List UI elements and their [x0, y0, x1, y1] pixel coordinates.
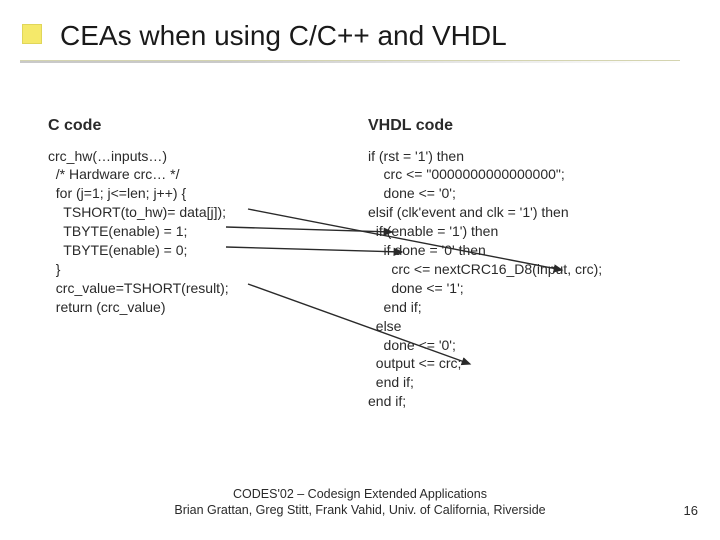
vhdl-line: if (rst = '1') then	[368, 147, 698, 166]
slide-title: CEAs when using C/C++ and VHDL	[60, 20, 507, 52]
vhdl-line: if (enable = '1') then	[368, 222, 698, 241]
vhdl-line: done <= '0';	[368, 184, 698, 203]
vhdl-code-column: VHDL code if (rst = '1') then crc <= "00…	[368, 115, 698, 411]
c-code-heading: C code	[48, 115, 328, 137]
vhdl-line: elsif (clk'event and clk = '1') then	[368, 203, 698, 222]
vhdl-line: output <= crc;	[368, 354, 698, 373]
vhdl-line: else	[368, 317, 698, 336]
c-line: crc_value=TSHORT(result);	[48, 279, 328, 298]
footer-line-2: Brian Grattan, Greg Stitt, Frank Vahid, …	[0, 502, 720, 518]
vhdl-line: if done = '0' then	[368, 241, 698, 260]
vhdl-line: crc <= nextCRC16_D8(input, crc);	[368, 260, 698, 279]
vhdl-line: done <= '0';	[368, 336, 698, 355]
slide-footer: CODES'02 – Codesign Extended Application…	[0, 486, 720, 519]
vhdl-line: end if;	[368, 392, 698, 411]
vhdl-line: end if;	[368, 373, 698, 392]
c-line: TBYTE(enable) = 0;	[48, 241, 328, 260]
c-line: return (crc_value)	[48, 298, 328, 317]
footer-line-1: CODES'02 – Codesign Extended Application…	[0, 486, 720, 502]
c-line: crc_hw(…inputs…)	[48, 147, 328, 166]
c-code-column: C code crc_hw(…inputs…) /* Hardware crc……	[48, 115, 328, 317]
c-line: /* Hardware crc… */	[48, 165, 328, 184]
c-line: TBYTE(enable) = 1;	[48, 222, 328, 241]
vhdl-line: done <= '1';	[368, 279, 698, 298]
c-line: TSHORT(to_hw)= data[j]);	[48, 203, 328, 222]
title-underline	[20, 60, 680, 63]
vhdl-line: end if;	[368, 298, 698, 317]
page-number: 16	[684, 503, 698, 518]
accent-square	[22, 24, 42, 44]
vhdl-line: crc <= "0000000000000000";	[368, 165, 698, 184]
c-line: }	[48, 260, 328, 279]
vhdl-code-heading: VHDL code	[368, 115, 698, 137]
c-line: for (j=1; j<=len; j++) {	[48, 184, 328, 203]
